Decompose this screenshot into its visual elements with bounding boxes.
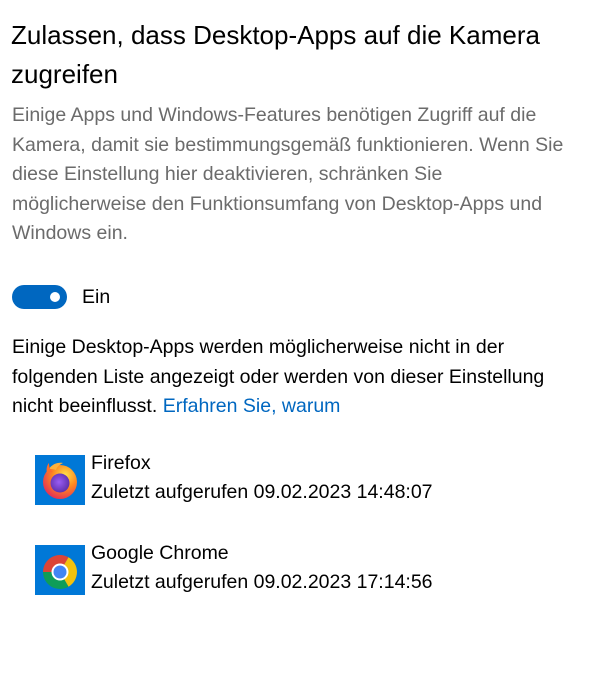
- app-text-google-chrome: Google Chrome Zuletzt aufgerufen 09.02.2…: [91, 539, 433, 597]
- app-list-item-google-chrome: Google Chrome Zuletzt aufgerufen 09.02.2…: [35, 542, 433, 597]
- toggle-knob: [50, 292, 60, 302]
- app-name: Google Chrome: [91, 542, 229, 564]
- section-title: Zulassen, dass Desktop-Apps auf die Kame…: [11, 20, 540, 89]
- app-list-item-firefox: Firefox Zuletzt aufgerufen 09.02.2023 14…: [35, 452, 433, 507]
- app-name: Firefox: [91, 452, 151, 474]
- app-text-firefox: Firefox Zuletzt aufgerufen 09.02.2023 14…: [91, 449, 433, 507]
- app-last-accessed: Zuletzt aufgerufen 09.02.2023 17:14:56: [91, 571, 433, 593]
- desktop-apps-info-text: Einige Desktop-Apps werden möglicherweis…: [12, 333, 587, 422]
- firefox-icon: [35, 455, 85, 505]
- app-last-accessed: Zuletzt aufgerufen 09.02.2023 14:48:07: [91, 481, 433, 503]
- section-description: Einige Apps und Windows-Features benötig…: [12, 104, 564, 244]
- toggle-state-label: Ein: [82, 286, 111, 308]
- learn-why-link[interactable]: Erfahren Sie, warum: [163, 395, 341, 417]
- chrome-icon: [35, 545, 85, 595]
- desktop-apps-camera-toggle[interactable]: [12, 285, 67, 309]
- desktop-apps-camera-toggle-row: Ein: [12, 284, 110, 310]
- camera-desktop-apps-settings: Zulassen, dass Desktop-Apps auf die Kame…: [0, 0, 603, 683]
